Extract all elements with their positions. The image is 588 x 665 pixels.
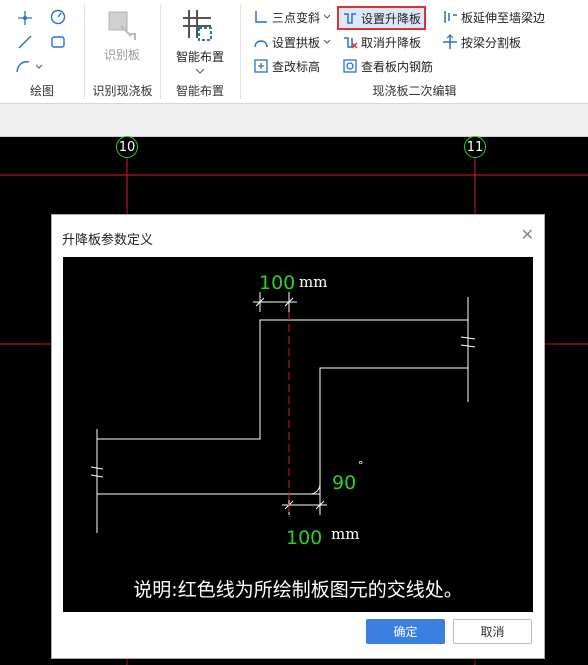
group-label-smart: 智能布置 bbox=[175, 84, 224, 98]
diagram-drawing: 100 mm 100 mm 90 ° bbox=[90, 272, 476, 549]
chevron-down-icon bbox=[323, 39, 331, 44]
group-label-edit: 现浇板二次编辑 bbox=[372, 84, 457, 98]
cancel-raise-slab-label: 取消升降板 bbox=[361, 35, 422, 50]
cancel-button[interactable]: 取消 bbox=[453, 619, 532, 644]
raise-slab-diagram: 100 mm 100 mm 90 ° 说明:红色线为所绘制板图元的交线处。 bbox=[63, 257, 533, 612]
arch-slab-icon bbox=[254, 40, 268, 48]
view-rebar-icon bbox=[343, 59, 357, 73]
angle-arc bbox=[309, 483, 321, 495]
view-slab-rebar-button[interactable]: 查看板内钢筋 bbox=[342, 56, 433, 76]
diagram-note: 说明:红色线为所绘制板图元的交线处。 bbox=[133, 579, 463, 601]
check-elevation-icon bbox=[254, 59, 268, 73]
close-icon[interactable]: ✕ bbox=[521, 225, 534, 244]
raise-slab-dialog: 升降板参数定义 ✕ 100 mm 100 mm 90 ° 说明:红色线为所绘制板… bbox=[51, 214, 545, 659]
chevron-down-icon bbox=[323, 14, 331, 19]
set-arch-slab-label: 设置拱板 bbox=[272, 35, 321, 50]
check-elevation-label: 查改标高 bbox=[272, 59, 321, 74]
check-elevation-button[interactable]: 查改标高 bbox=[253, 56, 320, 76]
top-dim-unit: mm bbox=[299, 273, 327, 291]
split-by-beam-label: 按梁分割板 bbox=[461, 35, 522, 50]
set-raise-slab-label: 设置升降板 bbox=[361, 11, 422, 26]
split-by-beam-icon bbox=[443, 34, 457, 49]
group-smart: 智能布置 智能布置 bbox=[161, 0, 239, 103]
group-label-draw: 绘图 bbox=[29, 84, 54, 98]
point-icon[interactable] bbox=[16, 9, 34, 27]
rectangle-icon[interactable] bbox=[49, 33, 67, 51]
three-point-slope-icon bbox=[255, 11, 267, 23]
set-arch-slab-button[interactable]: 设置拱板 bbox=[253, 32, 331, 52]
smart-layout-icon[interactable] bbox=[181, 8, 217, 44]
three-point-slope-button[interactable]: 三点变斜 bbox=[253, 7, 331, 27]
identify-slab-icon[interactable] bbox=[105, 8, 139, 42]
set-raise-slab-button[interactable]: 设置升降板 bbox=[337, 6, 427, 30]
arc-dropdown-icon[interactable] bbox=[14, 57, 44, 75]
group-label-identify: 识别现浇板 bbox=[92, 84, 153, 98]
ribbon-toolbar: 绘图 识别板 识别现浇板 智能布置 智能布置 三点变斜 设置升降板 板延伸至墙梁… bbox=[0, 0, 588, 104]
group-draw: 绘图 bbox=[0, 0, 84, 103]
cancel-raise-slab-button[interactable]: 取消升降板 bbox=[342, 32, 421, 52]
cancel-raise-slab-icon bbox=[344, 37, 358, 49]
rotate-icon[interactable] bbox=[49, 8, 67, 26]
lower-slab-top-line bbox=[97, 319, 468, 440]
axis-label-11: 11 bbox=[464, 136, 486, 158]
extend-slab-button[interactable]: 板延伸至墙梁边 bbox=[442, 7, 545, 27]
group-identify: 识别板 识别现浇板 bbox=[85, 0, 160, 103]
extend-slab-label: 板延伸至墙梁边 bbox=[461, 10, 546, 25]
bottom-dim-value: 100 bbox=[286, 527, 322, 549]
bottom-dim-unit: mm bbox=[331, 525, 359, 543]
angle-unit: ° bbox=[358, 459, 364, 472]
raise-slab-icon bbox=[344, 13, 356, 24]
dialog-title: 升降板参数定义 bbox=[62, 233, 154, 248]
view-slab-rebar-label: 查看板内钢筋 bbox=[361, 59, 434, 74]
status-strip bbox=[0, 104, 588, 137]
three-point-slope-label: 三点变斜 bbox=[272, 10, 321, 25]
lower-slab-bottom-line bbox=[97, 367, 468, 495]
line-icon[interactable] bbox=[16, 33, 34, 51]
split-by-beam-button[interactable]: 按梁分割板 bbox=[442, 32, 521, 52]
group-edit: 三点变斜 设置升降板 板延伸至墙梁边 设置拱板 取消升降板 按梁分割板 查改标高 bbox=[241, 0, 588, 103]
ok-button[interactable]: 确定 bbox=[366, 619, 445, 644]
top-dim-value: 100 bbox=[259, 272, 295, 294]
smart-layout-button[interactable]: 智能布置 bbox=[169, 46, 231, 66]
axis-label-10: 10 bbox=[116, 136, 138, 158]
extend-slab-icon bbox=[444, 11, 457, 23]
angle-value: 90 bbox=[332, 472, 356, 494]
identify-slab-button[interactable]: 识别板 bbox=[89, 44, 155, 64]
chevron-down-icon[interactable] bbox=[195, 67, 205, 75]
